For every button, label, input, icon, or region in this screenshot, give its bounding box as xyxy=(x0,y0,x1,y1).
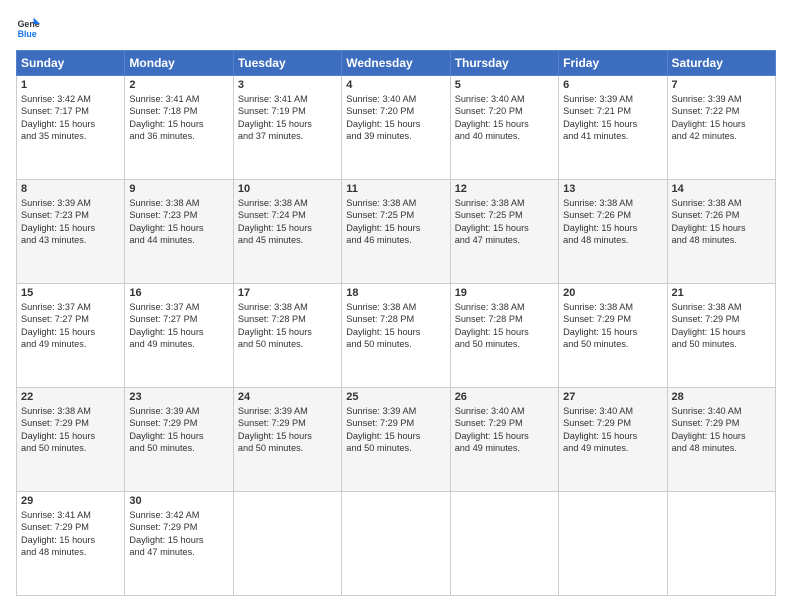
table-row: 19 Sunrise: 3:38 AMSunset: 7:28 PMDaylig… xyxy=(450,284,558,388)
col-thursday: Thursday xyxy=(450,51,558,76)
calendar-week-row: 22 Sunrise: 3:38 AMSunset: 7:29 PMDaylig… xyxy=(17,388,776,492)
table-row: 4 Sunrise: 3:40 AMSunset: 7:20 PMDayligh… xyxy=(342,76,450,180)
col-sunday: Sunday xyxy=(17,51,125,76)
table-row: 8 Sunrise: 3:39 AMSunset: 7:23 PMDayligh… xyxy=(17,180,125,284)
calendar-week-row: 8 Sunrise: 3:39 AMSunset: 7:23 PMDayligh… xyxy=(17,180,776,284)
table-row: 16 Sunrise: 3:37 AMSunset: 7:27 PMDaylig… xyxy=(125,284,233,388)
table-row: 21 Sunrise: 3:38 AMSunset: 7:29 PMDaylig… xyxy=(667,284,775,388)
empty-cell xyxy=(233,492,341,596)
table-row: 15 Sunrise: 3:37 AMSunset: 7:27 PMDaylig… xyxy=(17,284,125,388)
table-row: 30 Sunrise: 3:42 AMSunset: 7:29 PMDaylig… xyxy=(125,492,233,596)
svg-text:Blue: Blue xyxy=(18,29,37,39)
table-row: 11 Sunrise: 3:38 AMSunset: 7:25 PMDaylig… xyxy=(342,180,450,284)
calendar-week-row: 29 Sunrise: 3:41 AMSunset: 7:29 PMDaylig… xyxy=(17,492,776,596)
table-row: 17 Sunrise: 3:38 AMSunset: 7:28 PMDaylig… xyxy=(233,284,341,388)
empty-cell xyxy=(559,492,667,596)
col-tuesday: Tuesday xyxy=(233,51,341,76)
table-row: 26 Sunrise: 3:40 AMSunset: 7:29 PMDaylig… xyxy=(450,388,558,492)
table-row: 5 Sunrise: 3:40 AMSunset: 7:20 PMDayligh… xyxy=(450,76,558,180)
table-row: 20 Sunrise: 3:38 AMSunset: 7:29 PMDaylig… xyxy=(559,284,667,388)
table-row: 14 Sunrise: 3:38 AMSunset: 7:26 PMDaylig… xyxy=(667,180,775,284)
table-row: 28 Sunrise: 3:40 AMSunset: 7:29 PMDaylig… xyxy=(667,388,775,492)
col-monday: Monday xyxy=(125,51,233,76)
calendar-week-row: 1 Sunrise: 3:42 AMSunset: 7:17 PMDayligh… xyxy=(17,76,776,180)
calendar-table: Sunday Monday Tuesday Wednesday Thursday… xyxy=(16,50,776,596)
table-row: 23 Sunrise: 3:39 AMSunset: 7:29 PMDaylig… xyxy=(125,388,233,492)
empty-cell xyxy=(667,492,775,596)
table-row: 22 Sunrise: 3:38 AMSunset: 7:29 PMDaylig… xyxy=(17,388,125,492)
empty-cell xyxy=(342,492,450,596)
logo-icon: General Blue xyxy=(16,16,40,40)
table-row: 10 Sunrise: 3:38 AMSunset: 7:24 PMDaylig… xyxy=(233,180,341,284)
logo: General Blue xyxy=(16,16,44,40)
table-row: 7 Sunrise: 3:39 AMSunset: 7:22 PMDayligh… xyxy=(667,76,775,180)
table-row: 12 Sunrise: 3:38 AMSunset: 7:25 PMDaylig… xyxy=(450,180,558,284)
calendar-header-row: Sunday Monday Tuesday Wednesday Thursday… xyxy=(17,51,776,76)
table-row: 2 Sunrise: 3:41 AMSunset: 7:18 PMDayligh… xyxy=(125,76,233,180)
table-row: 3 Sunrise: 3:41 AMSunset: 7:19 PMDayligh… xyxy=(233,76,341,180)
table-row: 29 Sunrise: 3:41 AMSunset: 7:29 PMDaylig… xyxy=(17,492,125,596)
empty-cell xyxy=(450,492,558,596)
col-friday: Friday xyxy=(559,51,667,76)
table-row: 9 Sunrise: 3:38 AMSunset: 7:23 PMDayligh… xyxy=(125,180,233,284)
col-wednesday: Wednesday xyxy=(342,51,450,76)
header: General Blue xyxy=(16,16,776,40)
table-row: 24 Sunrise: 3:39 AMSunset: 7:29 PMDaylig… xyxy=(233,388,341,492)
table-row: 27 Sunrise: 3:40 AMSunset: 7:29 PMDaylig… xyxy=(559,388,667,492)
table-row: 13 Sunrise: 3:38 AMSunset: 7:26 PMDaylig… xyxy=(559,180,667,284)
table-row: 1 Sunrise: 3:42 AMSunset: 7:17 PMDayligh… xyxy=(17,76,125,180)
table-row: 18 Sunrise: 3:38 AMSunset: 7:28 PMDaylig… xyxy=(342,284,450,388)
table-row: 6 Sunrise: 3:39 AMSunset: 7:21 PMDayligh… xyxy=(559,76,667,180)
col-saturday: Saturday xyxy=(667,51,775,76)
calendar-week-row: 15 Sunrise: 3:37 AMSunset: 7:27 PMDaylig… xyxy=(17,284,776,388)
page: General Blue Sunday Monday Tuesday Wedne… xyxy=(0,0,792,612)
table-row: 25 Sunrise: 3:39 AMSunset: 7:29 PMDaylig… xyxy=(342,388,450,492)
